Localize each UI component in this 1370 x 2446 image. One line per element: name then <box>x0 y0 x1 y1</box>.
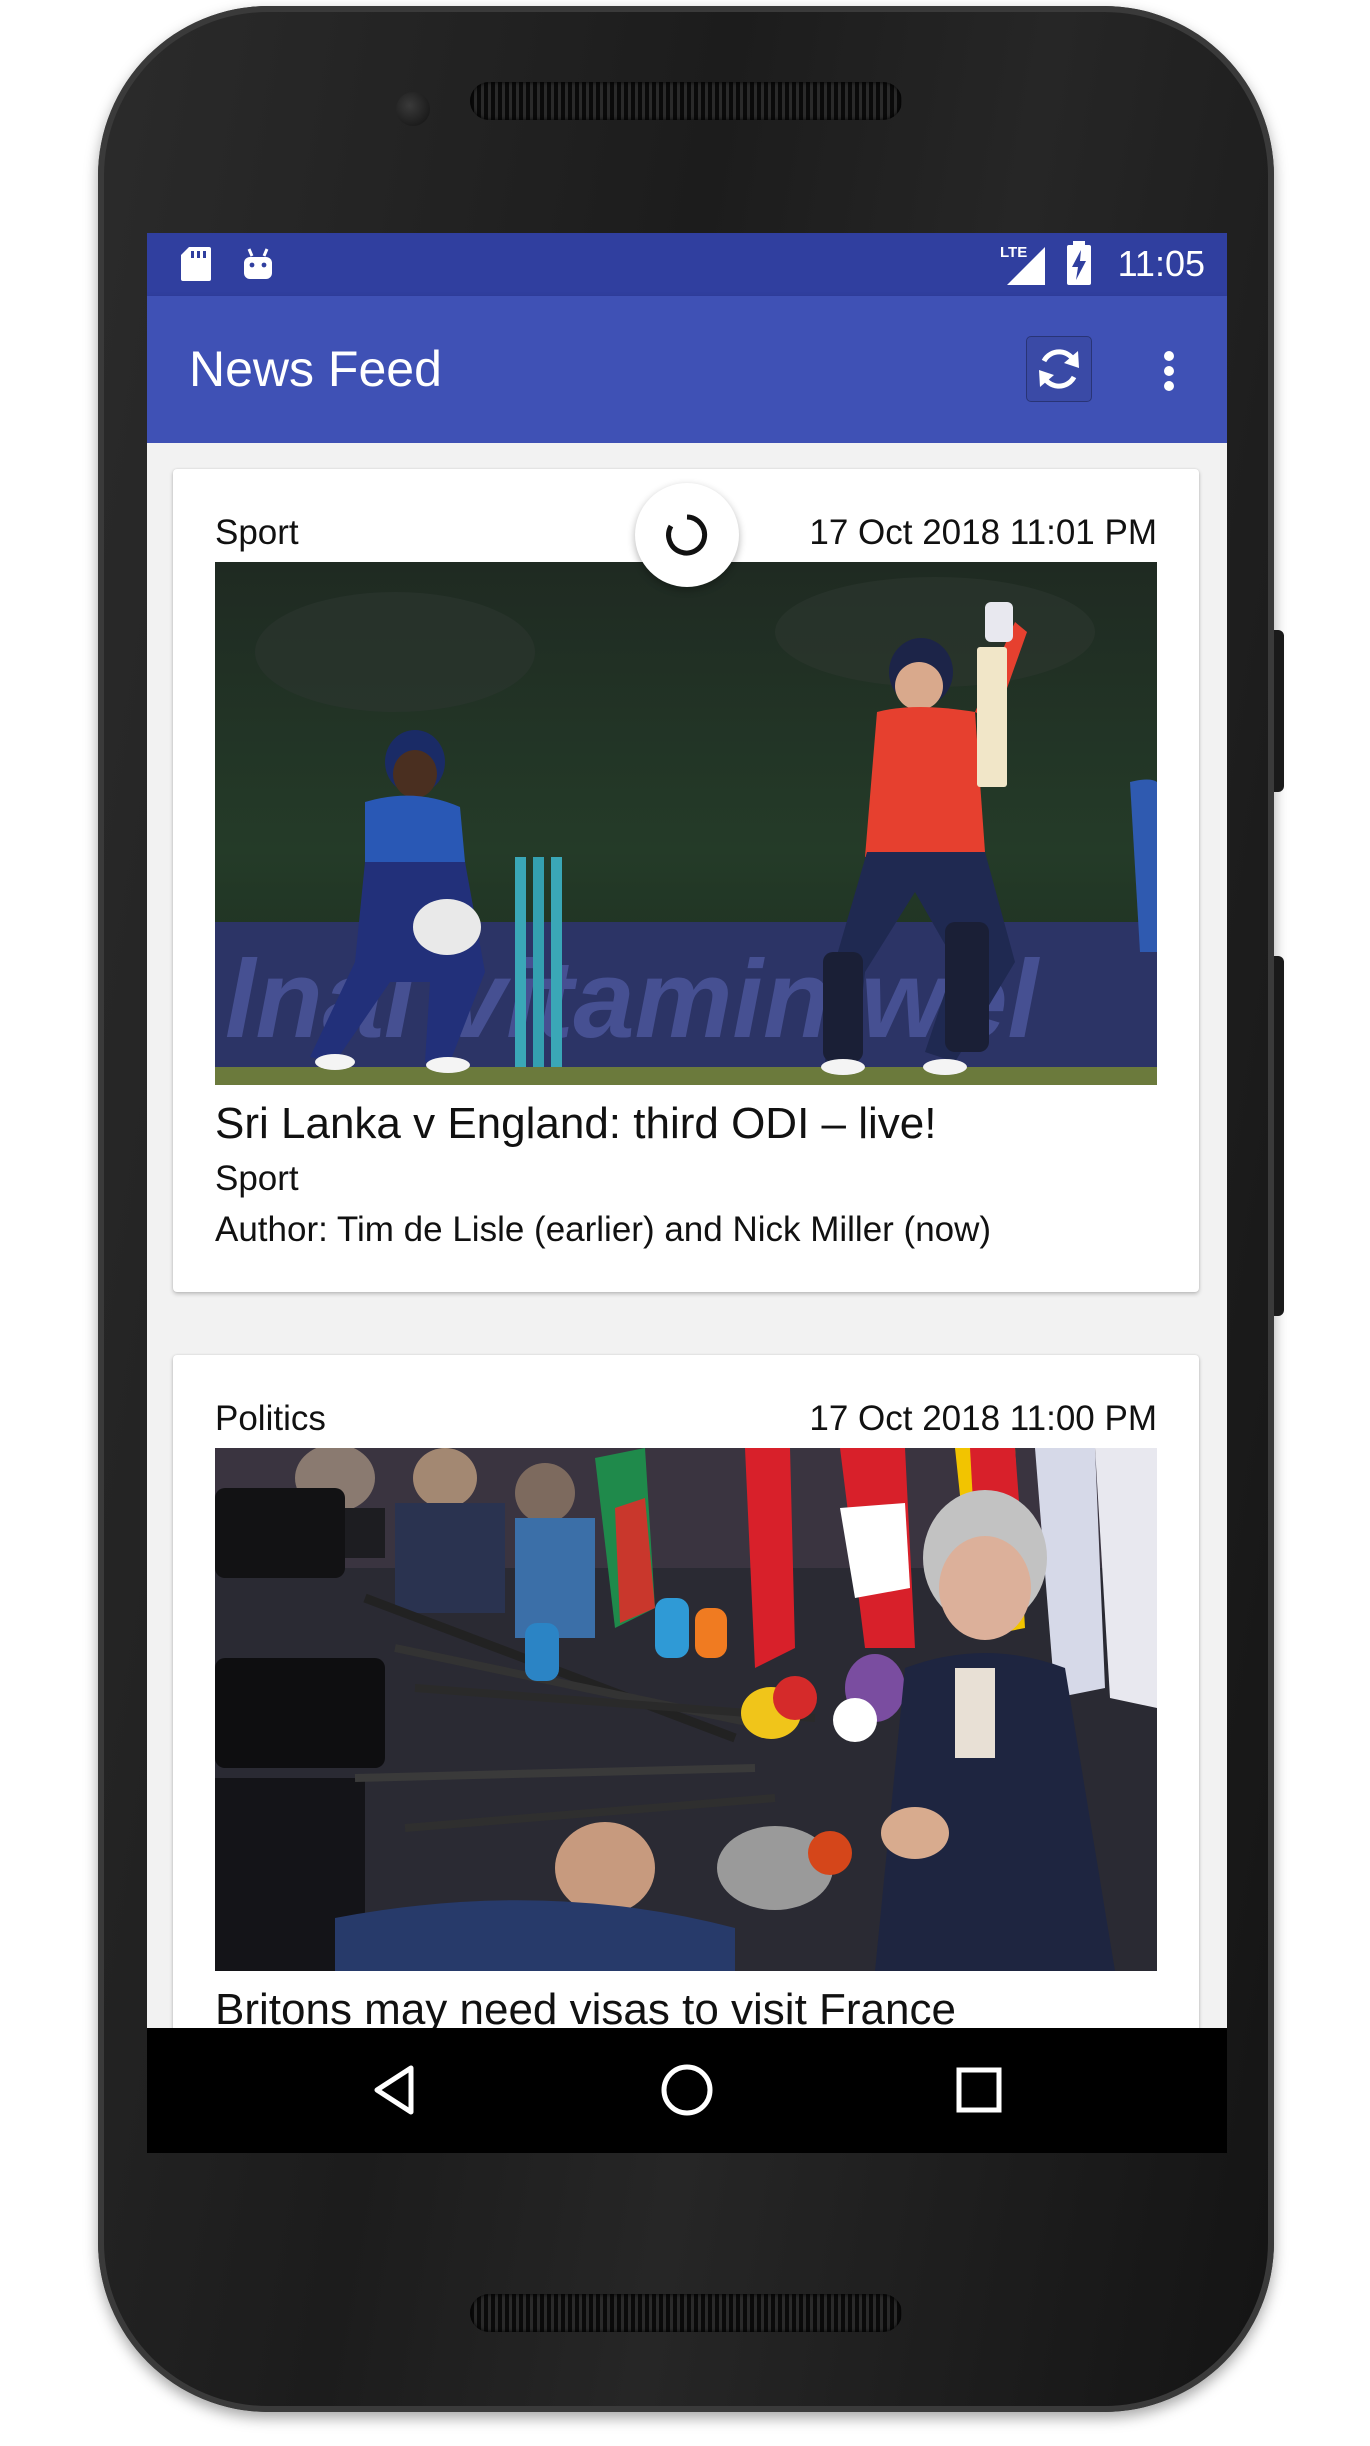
back-icon <box>374 2065 414 2115</box>
app-bar: News Feed <box>147 296 1227 443</box>
article-title: Britons may need visas to visit France <box>215 1985 956 2028</box>
navigation-bar <box>147 2028 1227 2153</box>
press-conference-photo <box>215 1448 1157 1971</box>
refresh-button[interactable] <box>1026 336 1092 402</box>
overflow-menu-button[interactable] <box>1147 337 1191 401</box>
article-title: Sri Lanka v England: third ODI – live! <box>215 1099 937 1148</box>
volume-button <box>1274 956 1284 1316</box>
news-list[interactable]: Sport 17 Oct 2018 11:01 PM lnal vitamin … <box>147 443 1227 2028</box>
home-button[interactable] <box>655 2058 719 2122</box>
article-category: Sport <box>215 1159 299 1198</box>
status-bar: LTE 11:05 <box>147 233 1227 296</box>
cricket-photo: lnal vitamin wel <box>215 562 1157 1085</box>
progress-icon <box>666 514 708 556</box>
recents-button[interactable] <box>947 2058 1011 2122</box>
lte-signal-icon: LTE <box>999 241 1049 294</box>
battery-charging-icon <box>1065 241 1093 292</box>
android-icon <box>240 245 276 288</box>
app-title: News Feed <box>189 341 442 397</box>
network-type: LTE <box>1000 244 1027 261</box>
article-date: 17 Oct 2018 11:00 PM <box>809 1399 1157 1438</box>
article-image[interactable]: lnal vitamin wel <box>215 562 1157 1085</box>
status-clock: 11:05 <box>1117 243 1205 284</box>
earpiece-speaker <box>470 82 902 120</box>
front-camera <box>396 92 430 126</box>
power-button <box>1274 630 1284 792</box>
bottom-speaker <box>470 2294 902 2332</box>
device-screenshot: LTE 11:05 News Feed Sport 17 Oct 2018 11… <box>0 0 1370 2446</box>
recents-icon <box>956 2067 1002 2113</box>
sd-card-icon <box>179 245 213 288</box>
article-date: 17 Oct 2018 11:01 PM <box>809 513 1157 552</box>
home-icon <box>661 2064 713 2116</box>
article-section: Sport <box>215 513 299 552</box>
back-button[interactable] <box>365 2058 429 2122</box>
screen: LTE 11:05 News Feed Sport 17 Oct 2018 11… <box>147 233 1227 2153</box>
article-author: Author: Tim de Lisle (earlier) and Nick … <box>215 1210 992 1249</box>
article-card[interactable]: Sport 17 Oct 2018 11:01 PM lnal vitamin … <box>173 469 1199 1292</box>
loading-spinner <box>635 483 739 587</box>
article-section: Politics <box>215 1399 326 1438</box>
article-card[interactable]: Politics 17 Oct 2018 11:00 PM Britons ma… <box>173 1355 1199 2028</box>
article-image[interactable] <box>215 1448 1157 1971</box>
